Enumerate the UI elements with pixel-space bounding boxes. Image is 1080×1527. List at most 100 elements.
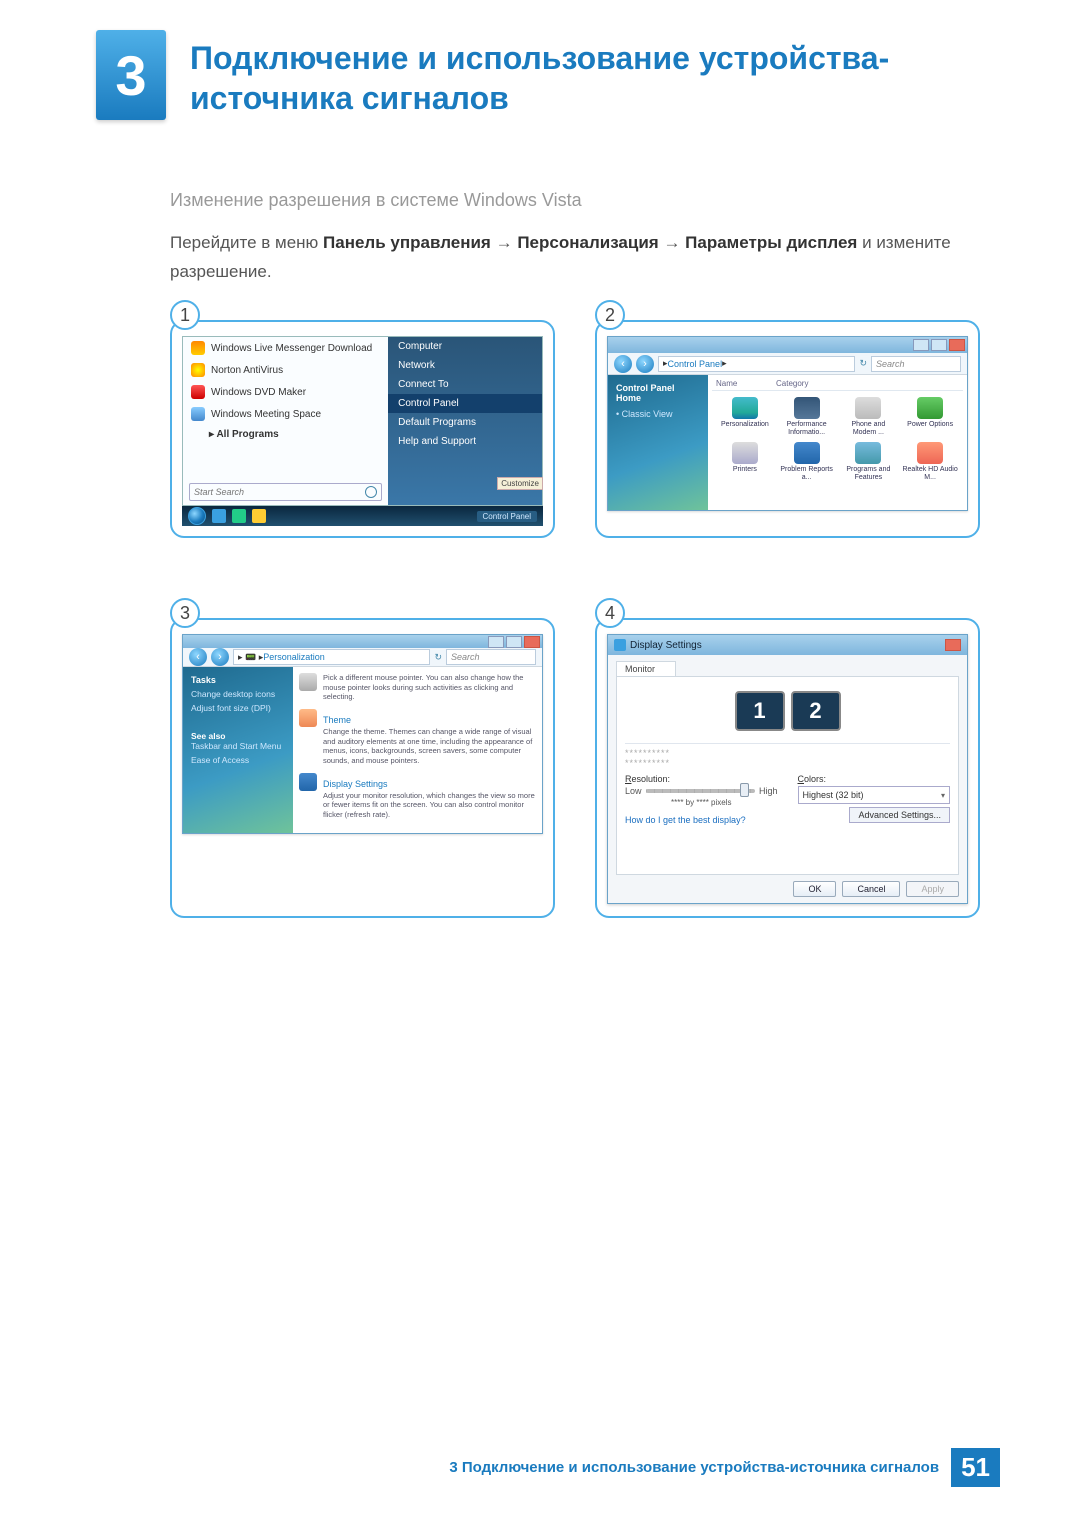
figure-2: 2 ‹ › ▸ Control Panel ▸ ↻ Search Control… xyxy=(595,320,980,538)
cp-item-icon xyxy=(794,397,820,419)
taskbar-icon[interactable] xyxy=(252,509,266,523)
search-box[interactable]: Search xyxy=(871,356,961,372)
cancel-button[interactable]: Cancel xyxy=(842,881,900,897)
sm-item-label: Windows DVD Maker xyxy=(211,387,306,398)
monitor-tab[interactable]: Monitor xyxy=(616,661,676,676)
pz-item-title: Display Settings xyxy=(323,779,536,789)
sm-right-item[interactable]: Connect To xyxy=(388,375,542,394)
start-menu-item[interactable]: Windows Meeting Space xyxy=(183,403,388,425)
pz-side-link[interactable]: Taskbar and Start Menu xyxy=(191,741,285,751)
antivirus-icon xyxy=(191,363,205,377)
address-bar: ‹ › ▸ Control Panel ▸ ↻ Search xyxy=(608,353,967,375)
taskbar-task-button[interactable]: Control Panel xyxy=(477,511,537,522)
advanced-settings-button[interactable]: Advanced Settings... xyxy=(849,807,950,823)
cp-item-label: Power Options xyxy=(901,421,959,429)
cp-item-icon xyxy=(794,442,820,464)
cp-item-icon xyxy=(917,397,943,419)
pz-item-icon xyxy=(299,709,317,727)
maximize-button[interactable] xyxy=(931,339,947,351)
colors-label: Colors: xyxy=(798,774,951,784)
meeting-space-icon xyxy=(191,407,205,421)
cp-icon-item[interactable]: Phone and Modem ... xyxy=(840,397,898,436)
chevron-down-icon: ▾ xyxy=(941,791,945,800)
start-search-input[interactable] xyxy=(194,487,377,497)
maximize-button[interactable] xyxy=(506,636,522,648)
pz-item[interactable]: Theme Change the theme. Themes can change… xyxy=(299,709,536,767)
start-menu-item[interactable]: Norton AntiVirus xyxy=(183,359,388,381)
refresh-icon[interactable]: ↻ xyxy=(434,652,442,663)
tasks-heading: Tasks xyxy=(191,675,285,685)
ok-button[interactable]: OK xyxy=(793,881,836,897)
cp-icon-item[interactable]: Power Options xyxy=(901,397,959,436)
content-block: Изменение разрешения в системе Windows V… xyxy=(170,190,980,287)
slider-thumb[interactable] xyxy=(740,783,749,797)
cp-icon-item[interactable]: Problem Reports a... xyxy=(778,442,836,481)
chapter-number-badge: 3 xyxy=(96,30,166,120)
all-programs[interactable]: ▸ All Programs xyxy=(183,425,388,444)
cp-classic-view-link[interactable]: • Classic View xyxy=(616,409,700,419)
minimize-button[interactable] xyxy=(913,339,929,351)
cp-icon-item[interactable]: Performance Informatio... xyxy=(778,397,836,436)
apply-button[interactable]: Apply xyxy=(906,881,959,897)
close-button[interactable] xyxy=(949,339,965,351)
monitor-1[interactable]: 1 xyxy=(735,691,785,731)
pz-side-link[interactable]: Adjust font size (DPI) xyxy=(191,703,285,713)
slider-low: Low xyxy=(625,786,642,796)
sm-item-label: Norton AntiVirus xyxy=(211,365,283,376)
pz-item-desc: Adjust your monitor resolution, which ch… xyxy=(323,791,536,819)
close-button[interactable] xyxy=(524,636,540,648)
pz-sidebar: Tasks Change desktop icons Adjust font s… xyxy=(183,667,293,833)
search-box[interactable]: Search xyxy=(446,649,536,665)
taskbar-icon[interactable] xyxy=(232,509,246,523)
customize-tooltip: Customize xyxy=(497,477,543,490)
colors-dropdown[interactable]: Highest (32 bit) ▾ xyxy=(798,786,951,804)
address-bar: ‹ › ▸ 📟 ▸ Personalization ↻ Search xyxy=(183,648,542,667)
pz-item-title: Theme xyxy=(323,715,536,725)
display-settings-dialog: Display Settings Monitor 1 2 ********** … xyxy=(607,634,968,904)
start-menu-item[interactable]: Windows Live Messenger Download xyxy=(183,337,388,359)
sm-right-item[interactable]: Help and Support xyxy=(388,432,542,451)
start-search-box[interactable] xyxy=(189,483,382,501)
start-menu-left: Windows Live Messenger Download Norton A… xyxy=(183,337,388,505)
resolution-slider[interactable]: Low High xyxy=(625,786,778,796)
all-programs-label: All Programs xyxy=(216,429,278,440)
cp-icon-item[interactable]: Printers xyxy=(716,442,774,481)
forward-button[interactable]: › xyxy=(211,648,229,666)
instr-arrow1: → xyxy=(496,233,518,252)
sm-right-item[interactable]: Computer xyxy=(388,337,542,356)
cp-item-label: Programs and Features xyxy=(840,466,898,481)
breadcrumb[interactable]: ▸ 📟 ▸ Personalization xyxy=(233,649,430,665)
back-button[interactable]: ‹ xyxy=(189,648,207,666)
cp-item-label: Realtek HD Audio M... xyxy=(901,466,959,481)
resolution-label: RResolution:esolution: xyxy=(625,774,778,784)
pz-item-desc: Change the theme. Themes can change a wi… xyxy=(323,727,536,765)
sm-right-item-control-panel[interactable]: Control Panel xyxy=(388,394,542,413)
refresh-icon[interactable]: ↻ xyxy=(859,358,867,369)
close-button[interactable] xyxy=(945,639,961,651)
window-titlebar xyxy=(183,635,542,648)
sm-item-label: Windows Meeting Space xyxy=(211,409,321,420)
cp-icon-item[interactable]: Realtek HD Audio M... xyxy=(901,442,959,481)
colors-group: Colors: Highest (32 bit) ▾ xyxy=(798,774,951,807)
monitor-2[interactable]: 2 xyxy=(791,691,841,731)
cp-home-link[interactable]: Control Panel Home xyxy=(616,383,700,403)
pz-item[interactable]: Pick a different mouse pointer. You can … xyxy=(299,673,536,703)
col-name: Name xyxy=(716,379,776,388)
cp-item-icon xyxy=(855,442,881,464)
pz-item[interactable]: Display Settings Adjust your monitor reso… xyxy=(299,773,536,821)
pz-side-link[interactable]: Change desktop icons xyxy=(191,689,285,699)
taskbar-icon[interactable] xyxy=(212,509,226,523)
start-menu-item[interactable]: Windows DVD Maker xyxy=(183,381,388,403)
pz-side-link[interactable]: Ease of Access xyxy=(191,755,285,765)
minimize-button[interactable] xyxy=(488,636,504,648)
breadcrumb-label: Control Panel xyxy=(668,359,723,369)
breadcrumb[interactable]: ▸ Control Panel ▸ xyxy=(658,356,855,372)
back-button[interactable]: ‹ xyxy=(614,355,632,373)
sm-right-item[interactable]: Network xyxy=(388,356,542,375)
start-orb-icon[interactable] xyxy=(188,507,206,525)
cp-icon-item[interactable]: Personalization xyxy=(716,397,774,436)
cp-icon-item[interactable]: Programs and Features xyxy=(840,442,898,481)
forward-button[interactable]: › xyxy=(636,355,654,373)
sm-right-item[interactable]: Default Programs xyxy=(388,413,542,432)
dialog-title: Display Settings xyxy=(630,640,702,651)
